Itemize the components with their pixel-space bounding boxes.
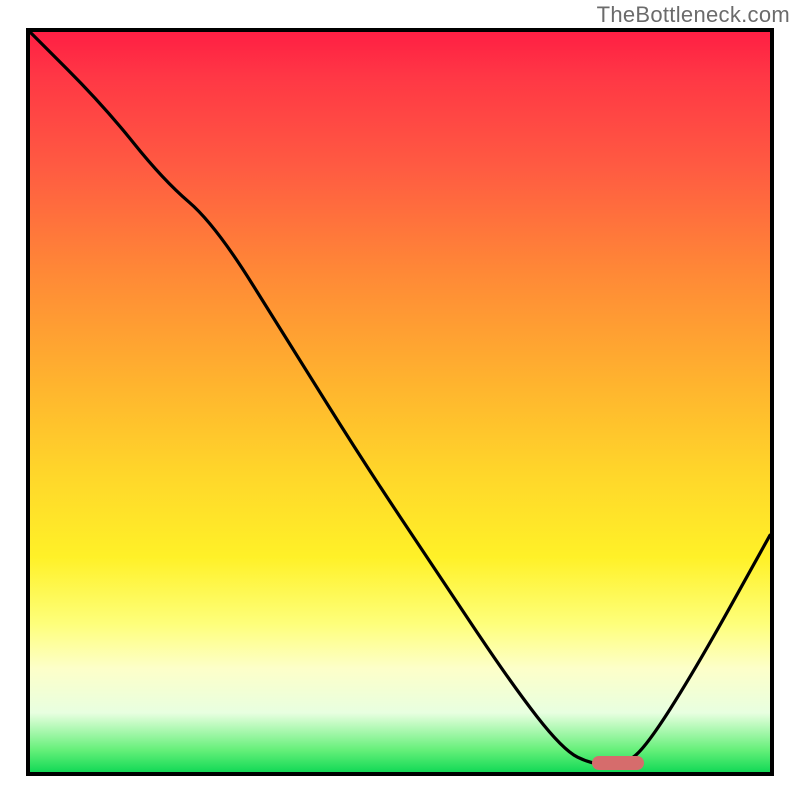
bottleneck-curve-path xyxy=(30,32,770,765)
chart-area xyxy=(26,28,774,776)
watermark-text: TheBottleneck.com xyxy=(597,2,790,28)
optimal-range-marker xyxy=(592,756,644,770)
bottleneck-curve-svg xyxy=(30,32,770,772)
page: TheBottleneck.com xyxy=(0,0,800,800)
